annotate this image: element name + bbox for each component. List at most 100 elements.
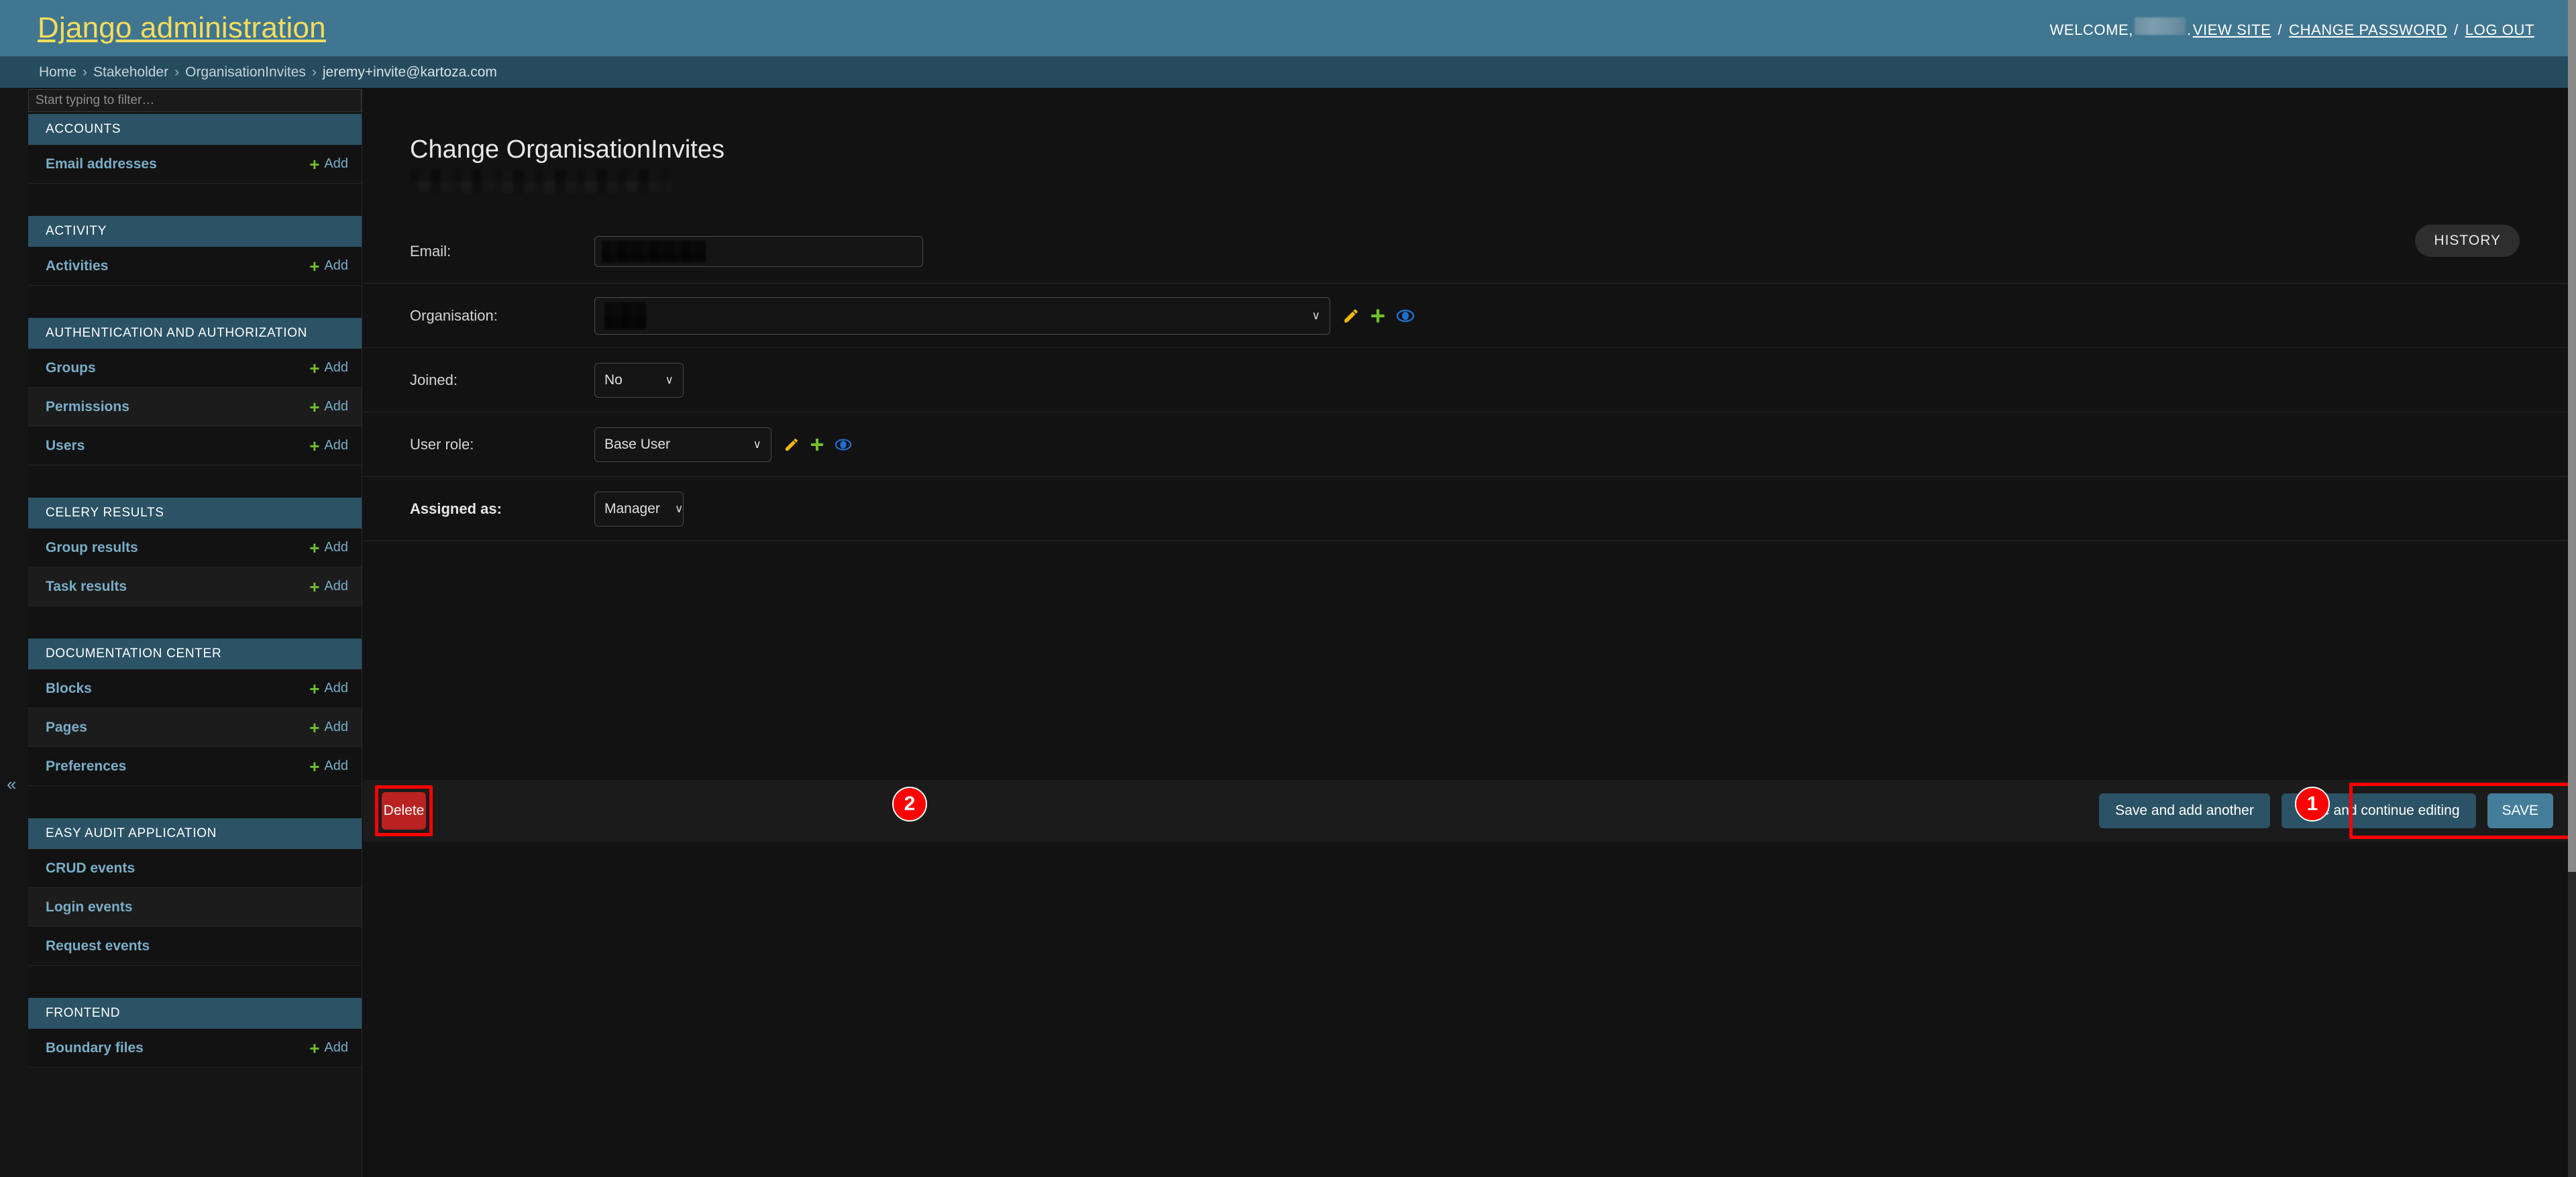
sidebar-add-link[interactable]: + Add <box>309 1040 348 1057</box>
sidebar-app-header: AUTHENTICATION AND AUTHORIZATION <box>28 318 362 349</box>
sidebar-item-label[interactable]: Users <box>46 438 85 454</box>
plus-icon[interactable] <box>1369 307 1387 325</box>
pencil-icon[interactable] <box>1342 307 1360 325</box>
sidebar-item-label[interactable]: Login events <box>46 899 133 915</box>
sidebar-item-label[interactable]: Blocks <box>46 681 92 697</box>
sidebar-item-label[interactable]: Email addresses <box>46 156 157 172</box>
email-field[interactable] <box>594 235 923 267</box>
sidebar-item-email-addresses[interactable]: Email addresses + Add <box>28 145 362 184</box>
sidebar-app-easy-audit-application: EASY AUDIT APPLICATION CRUD events Login e… <box>28 818 362 966</box>
sidebar-add-link[interactable]: + Add <box>309 398 348 416</box>
sidebar-item-label[interactable]: Boundary files <box>46 1040 144 1056</box>
site-header: Django administration WELCOME, . VIEW SI… <box>0 0 2568 56</box>
sidebar-item-users[interactable]: Users + Add <box>28 427 362 465</box>
assigned-as-label: Assigned as: <box>410 500 502 517</box>
sidebar-item-label[interactable]: Preferences <box>46 759 126 775</box>
sidebar-add-link[interactable]: + Add <box>309 719 348 736</box>
sidebar-item-boundary-files[interactable]: Boundary files + Add <box>28 1029 362 1068</box>
nav-filter-wrapper <box>28 88 362 113</box>
sidebar-item-request-events[interactable]: Request events <box>28 927 362 966</box>
sidebar-add-label: Add <box>324 1040 348 1055</box>
sidebar-item-label[interactable]: Groups <box>46 360 96 376</box>
sidebar-item-crud-events[interactable]: CRUD events <box>28 849 362 888</box>
organisation-related-widgets <box>1342 307 1415 325</box>
assigned-as-select[interactable]: Manager ∨ <box>594 491 684 526</box>
main-content: Change OrganisationInvites HISTORY Email… <box>363 88 2568 1177</box>
page-scrollbar-thumb[interactable] <box>2568 0 2576 872</box>
nav-sidebar-rail <box>0 88 28 1177</box>
page-scrollbar[interactable] <box>2568 0 2576 1177</box>
sidebar-add-label: Add <box>324 438 348 453</box>
sidebar-item-login-events[interactable]: Login events <box>28 888 362 927</box>
sidebar-item-permissions[interactable]: Permissions + Add <box>28 388 362 427</box>
sidebar-item-preferences[interactable]: Preferences + Add <box>28 747 362 786</box>
sidebar-item-task-results[interactable]: Task results + Add <box>28 567 362 606</box>
sidebar-add-label: Add <box>324 360 348 375</box>
sidebar-add-link[interactable]: + Add <box>309 156 348 173</box>
save-and-add-another-button[interactable]: Save and add another <box>2099 793 2270 828</box>
sidebar-item-blocks[interactable]: Blocks + Add <box>28 669 362 708</box>
sidebar-item-label[interactable]: Activities <box>46 258 108 274</box>
sidebar-item-activities[interactable]: Activities + Add <box>28 247 362 286</box>
user-role-select[interactable]: Base User ∨ <box>594 427 771 462</box>
sidebar-add-link[interactable]: + Add <box>309 758 348 775</box>
sidebar-app-gap <box>28 184 362 216</box>
log-out-link[interactable]: LOG OUT <box>2465 21 2534 39</box>
sidebar-add-link[interactable]: + Add <box>309 437 348 455</box>
eye-icon[interactable] <box>1396 307 1415 325</box>
sidebar-add-label: Add <box>324 579 348 594</box>
view-site-link[interactable]: VIEW SITE <box>2193 21 2271 39</box>
sidebar-item-label[interactable]: Request events <box>46 938 150 954</box>
sidebar-add-link[interactable]: + Add <box>309 258 348 275</box>
sidebar-item-label[interactable]: CRUD events <box>46 860 135 877</box>
sidebar-collapse-icon[interactable]: « <box>7 774 24 794</box>
sidebar-add-link[interactable]: + Add <box>309 539 348 557</box>
sidebar-item-groups[interactable]: Groups + Add <box>28 349 362 388</box>
sidebar-app-header: FRONTEND <box>28 998 362 1029</box>
form-row-assigned-as: Assigned as: Manager ∨ <box>363 477 2568 541</box>
sidebar-item-pages[interactable]: Pages + Add <box>28 708 362 747</box>
sidebar-item-label[interactable]: Group results <box>46 540 138 556</box>
sidebar-app-gap <box>28 966 362 998</box>
pencil-icon[interactable] <box>784 437 800 453</box>
assigned-as-value: Manager <box>604 500 660 516</box>
breadcrumb-organisationinvites[interactable]: OrganisationInvites <box>185 64 306 80</box>
sidebar-item-label[interactable]: Task results <box>46 579 127 595</box>
change-password-link[interactable]: CHANGE PASSWORD <box>2289 21 2447 39</box>
breadcrumb-stakeholder[interactable]: Stakeholder <box>93 64 168 80</box>
sidebar-app-celery-results: CELERY RESULTS Group results + Add Task resu… <box>28 498 362 606</box>
organisation-select[interactable]: ∨ <box>594 296 1330 335</box>
sidebar-item-label[interactable]: Permissions <box>46 399 129 415</box>
sidebar-item-group-results[interactable]: Group results + Add <box>28 528 362 567</box>
user-tools: WELCOME, . VIEW SITE / CHANGE PASSWORD /… <box>2049 17 2536 39</box>
delete-button[interactable]: Delete <box>382 792 426 830</box>
sidebar-add-link[interactable]: + Add <box>309 578 348 596</box>
sidebar-filter-input[interactable] <box>28 89 362 112</box>
sidebar-add-label: Add <box>324 258 348 273</box>
site-branding-title[interactable]: Django administration <box>38 11 326 45</box>
joined-label: Joined: <box>410 371 458 388</box>
sidebar-app-gap <box>28 465 362 498</box>
username-redacted <box>2135 17 2186 35</box>
sidebar-app-gap <box>28 286 362 318</box>
sidebar-add-link[interactable]: + Add <box>309 680 348 697</box>
form-row-user-role: User role: Base User ∨ <box>363 412 2568 477</box>
sidebar-app-gap <box>28 606 362 638</box>
form-row-email: Email: <box>363 219 2568 284</box>
chevron-down-icon: ∨ <box>1311 309 1320 323</box>
eye-icon[interactable] <box>835 437 852 453</box>
sidebar-item-label[interactable]: Pages <box>46 720 87 736</box>
sidebar-add-link[interactable]: + Add <box>309 359 348 377</box>
plus-icon: + <box>309 717 320 738</box>
breadcrumb-home[interactable]: Home <box>39 64 76 80</box>
sidebar-app-frontend: FRONTEND Boundary files + Add <box>28 998 362 1068</box>
chevron-down-icon: ∨ <box>674 502 684 516</box>
plus-icon[interactable] <box>809 437 825 453</box>
plus-icon: + <box>309 756 320 777</box>
object-name-redacted <box>410 170 671 192</box>
plus-icon: + <box>309 357 320 378</box>
sidebar-app-header: ACCOUNTS <box>28 114 362 145</box>
save-annotation-box <box>2349 783 2568 839</box>
joined-select[interactable]: No ∨ <box>594 362 684 398</box>
sidebar-app-authentication-and-authorization: AUTHENTICATION AND AUTHORIZATION Groups + A… <box>28 318 362 465</box>
